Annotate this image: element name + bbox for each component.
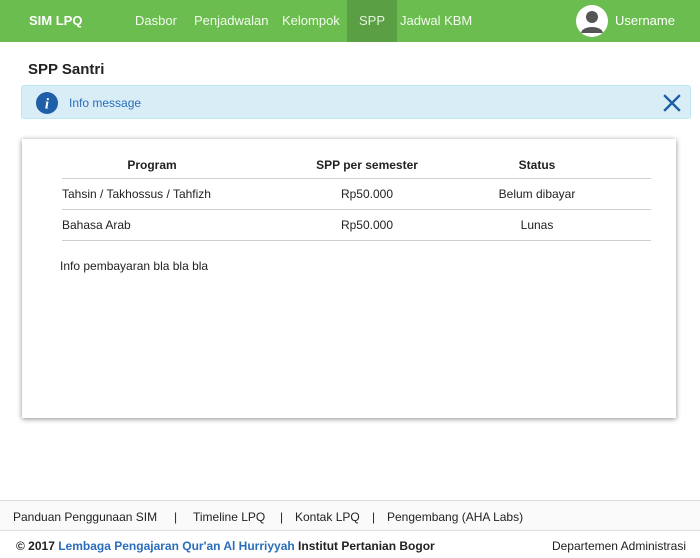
footer-links-bar: Panduan Penggunaan SIM | Timeline LPQ | … xyxy=(0,500,700,530)
info-alert: i Info message xyxy=(21,85,691,119)
username-link[interactable]: Username xyxy=(615,13,675,28)
cell-program: Bahasa Arab xyxy=(62,218,131,232)
nav-item-dasbor[interactable]: Dasbor xyxy=(135,0,177,42)
close-icon[interactable] xyxy=(663,94,681,112)
footer-link-timeline[interactable]: Timeline LPQ xyxy=(193,510,265,524)
table-header-row: Program SPP per semester Status xyxy=(62,151,651,179)
cell-spp-amount: Rp50.000 xyxy=(340,218,394,232)
footer-separator: | xyxy=(280,510,284,524)
footer-link-kontak[interactable]: Kontak LPQ xyxy=(295,510,360,524)
cell-status: Lunas xyxy=(520,218,554,232)
footer-separator: | xyxy=(372,510,376,524)
page-title: SPP Santri xyxy=(28,61,105,78)
footer-link-panduan[interactable]: Panduan Penggunaan SIM xyxy=(13,510,157,524)
table-row: Bahasa Arab Rp50.000 Lunas xyxy=(62,210,651,241)
cell-spp-amount: Rp50.000 xyxy=(340,187,394,201)
department-name: Departemen Administrasi xyxy=(551,539,686,553)
header-status: Status xyxy=(518,158,556,172)
user-silhouette-icon xyxy=(581,11,603,33)
nav-item-kelompok[interactable]: Kelompok xyxy=(282,0,340,42)
copyright-year: © 2017 xyxy=(16,539,55,553)
brand-link[interactable]: SIM LPQ xyxy=(29,13,82,28)
table-row: Tahsin / Takhossus / Tahfizh Rp50.000 Be… xyxy=(62,179,651,210)
alert-message: Info message xyxy=(69,96,142,110)
nav-item-penjadwalan[interactable]: Penjadwalan xyxy=(194,0,268,42)
institution-name: Institut Pertanian Bogor xyxy=(298,539,435,553)
footer-copyright-bar: © 2017 Lembaga Pengajaran Qur'an Al Hurr… xyxy=(0,530,700,558)
copyright-text: © 2017 Lembaga Pengajaran Qur'an Al Hurr… xyxy=(16,539,435,553)
spp-card: Program SPP per semester Status Tahsin /… xyxy=(22,139,676,418)
nav-item-spp[interactable]: SPP xyxy=(347,0,398,42)
cell-program: Tahsin / Takhossus / Tahfizh xyxy=(62,187,211,201)
cell-status: Belum dibayar xyxy=(498,187,576,201)
header-program: Program xyxy=(127,158,177,172)
footer-separator: | xyxy=(174,510,178,524)
user-avatar-icon[interactable] xyxy=(576,5,608,37)
top-navbar: SIM LPQ Dasbor Penjadwalan Kelompok SPP … xyxy=(0,0,700,42)
payment-info-note: Info pembayaran bla bla bla xyxy=(60,259,209,273)
org-link[interactable]: Lembaga Pengajaran Qur'an Al Hurriyyah xyxy=(58,539,294,553)
header-spp-per-semester: SPP per semester xyxy=(316,158,418,172)
info-circle-icon: i xyxy=(36,92,58,114)
footer-link-pengembang[interactable]: Pengembang (AHA Labs) xyxy=(387,510,523,524)
nav-item-jadwal-kbm[interactable]: Jadwal KBM xyxy=(400,0,472,42)
spp-table: Program SPP per semester Status Tahsin /… xyxy=(62,151,651,241)
